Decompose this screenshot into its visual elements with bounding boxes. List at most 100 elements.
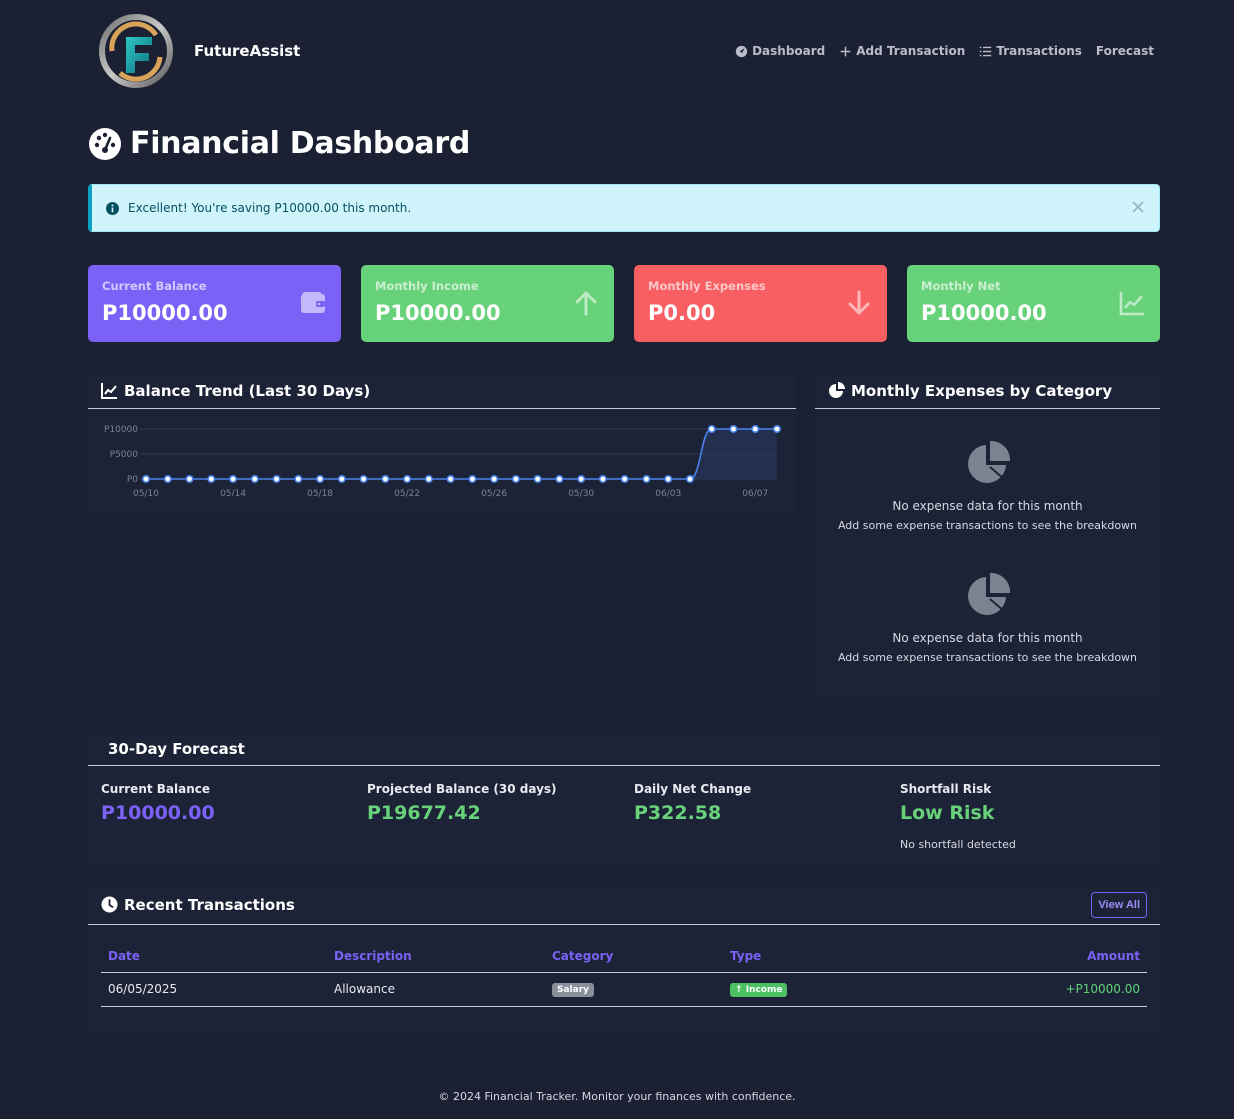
nav-link-label: Transactions	[996, 44, 1082, 58]
data-point	[620, 475, 629, 484]
nav-link-forecast[interactable]: Forecast	[1096, 44, 1154, 58]
plus-icon	[840, 46, 851, 56]
x-tick-label: 05/30	[568, 489, 594, 499]
column-header-amount[interactable]: Amount	[943, 941, 1147, 973]
data-point	[272, 475, 281, 484]
alert-message: Excellent! You're saving P10000.00 this …	[128, 201, 412, 215]
forecast-note: No shortfall detected	[900, 838, 1016, 851]
column-header-type[interactable]: Type	[723, 941, 943, 973]
pie-chart-icon	[967, 572, 1010, 615]
forecast-value: P322.58	[634, 802, 722, 824]
nav-link-label: Add Transaction	[856, 44, 966, 58]
forecast-label: Shortfall Risk	[900, 782, 992, 796]
x-tick-label: 05/22	[394, 489, 420, 499]
data-point	[207, 475, 216, 484]
cell-category: Salary	[545, 972, 723, 1007]
x-tick-label: 05/26	[481, 489, 507, 499]
nav-link-label: Forecast	[1095, 44, 1154, 58]
brand-name[interactable]: FutureAssist	[194, 42, 300, 60]
y-tick-label: P5000	[110, 450, 139, 460]
stat-value: P10000.00	[102, 301, 228, 325]
balance-trend-panel: Balance Trend (Last 30 Days) P10000 P5000…	[88, 373, 796, 515]
type-label: Income	[745, 985, 783, 995]
empty-title: No expense data for this month	[892, 499, 1083, 513]
panel-header: 30-Day Forecast	[88, 733, 1160, 766]
data-point	[403, 475, 412, 484]
data-point	[772, 424, 781, 433]
nav-link-label: Dashboard	[752, 44, 826, 58]
cell-description: Allowance	[327, 972, 545, 1007]
data-point	[468, 475, 477, 484]
data-point	[250, 475, 259, 484]
panel-title: Recent Transactions	[124, 895, 295, 914]
stat-card-monthly-net: Monthly Net P10000.00	[907, 265, 1160, 342]
data-point	[381, 475, 390, 484]
close-icon[interactable]	[1131, 200, 1145, 214]
column-header-date[interactable]: Date	[101, 941, 327, 973]
table-row[interactable]: 06/05/2025 Allowance Salary ↑ Income +P1…	[101, 972, 1147, 1007]
stat-card-current-balance: Current Balance P10000.00	[88, 265, 341, 342]
empty-subtitle: Add some expense transactions to see the…	[837, 651, 1138, 664]
forecast-label: Projected Balance (30 days)	[367, 782, 557, 796]
info-icon	[106, 201, 119, 215]
category-badge: Salary	[552, 983, 595, 997]
panel-title: Monthly Expenses by Category	[851, 381, 1113, 400]
stat-value: P0.00	[648, 301, 716, 325]
nav-link-dashboard[interactable]: Dashboard	[735, 44, 825, 58]
panel-title: Balance Trend (Last 30 Days)	[124, 381, 371, 400]
empty-state: No expense data for this month Add some …	[815, 440, 1160, 532]
panel-header: Monthly Expenses by Category	[815, 373, 1160, 409]
cell-type: ↑ Income	[723, 972, 943, 1007]
page-title: Financial Dashboard	[88, 126, 470, 161]
panel-title: 30-Day Forecast	[108, 740, 245, 758]
nav-links: Dashboard Add Transaction Transactions F…	[735, 44, 1154, 58]
forecast-daily-net-change: Daily Net Change P322.58	[634, 782, 751, 824]
forecast-shortfall-risk: Shortfall Risk Low Risk No shortfall det…	[900, 782, 1016, 851]
forecast-label: Current Balance	[101, 782, 211, 796]
tachometer-icon	[89, 127, 121, 160]
nav-link-add-transaction[interactable]: Add Transaction	[839, 44, 965, 58]
navbar: FutureAssist Dashboard Add Transaction T…	[88, 10, 1160, 92]
wallet-icon	[301, 292, 325, 313]
stat-label: Current Balance	[102, 279, 207, 293]
stat-label: Monthly Net	[921, 279, 1001, 293]
data-point	[316, 475, 325, 484]
dashboard-icon	[735, 45, 748, 57]
column-header-category[interactable]: Category	[545, 941, 723, 973]
nav-link-transactions[interactable]: Transactions	[979, 44, 1082, 58]
data-point	[185, 475, 194, 484]
forecast-current-balance: Current Balance P10000.00	[101, 782, 215, 824]
data-point	[141, 475, 150, 484]
forecast-value: P19677.42	[367, 802, 481, 824]
view-all-button[interactable]: View All	[1091, 892, 1147, 918]
data-point	[577, 475, 586, 484]
data-point	[664, 475, 673, 484]
x-tick-label: 06/07	[742, 489, 768, 499]
data-point	[642, 475, 651, 484]
forecast-label: Daily Net Change	[634, 782, 752, 796]
stat-card-monthly-expenses: Monthly Expenses P0.00	[634, 265, 887, 342]
page-heading: Financial Dashboard	[130, 126, 471, 161]
data-point	[424, 475, 433, 484]
data-point	[229, 475, 238, 484]
data-point	[555, 475, 564, 484]
column-header-description[interactable]: Description	[327, 941, 545, 973]
data-point	[685, 475, 694, 484]
x-tick-label: 05/18	[307, 489, 333, 499]
x-tick-label: 05/10	[133, 489, 159, 499]
empty-state: No expense data for this month Add some …	[815, 572, 1160, 664]
y-tick-label: P10000	[104, 425, 138, 435]
x-tick-label: 05/14	[220, 489, 246, 499]
list-icon	[980, 46, 992, 56]
forecast-value: P10000.00	[101, 802, 215, 824]
chart-line-icon	[101, 383, 117, 399]
futureassist-logo[interactable]	[98, 13, 174, 89]
data-point	[359, 475, 368, 484]
data-point	[490, 475, 499, 484]
arrow-up-icon: ↑	[735, 985, 746, 995]
stat-label: Monthly Income	[375, 279, 479, 293]
expenses-by-category-panel: Monthly Expenses by Category No expense …	[815, 373, 1160, 699]
data-point	[511, 475, 520, 484]
arrow-up-icon	[575, 291, 597, 316]
data-point	[337, 475, 346, 484]
